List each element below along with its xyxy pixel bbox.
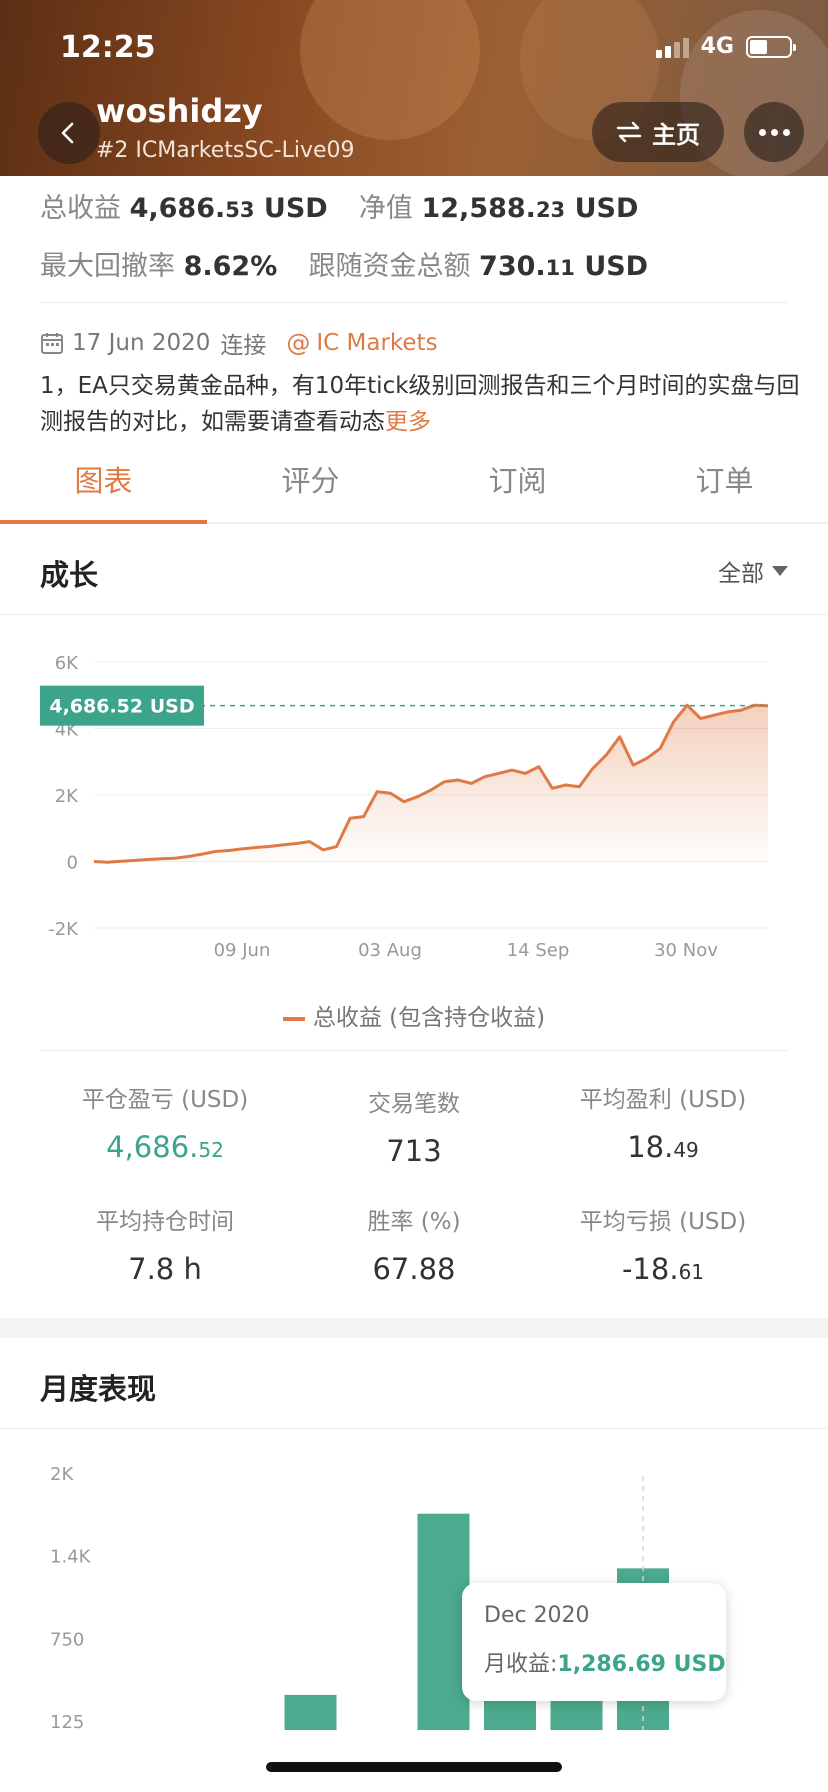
account-name: woshidzy bbox=[96, 92, 263, 130]
tab-orders[interactable]: 订单 bbox=[621, 446, 828, 522]
more-dot-icon bbox=[770, 128, 778, 136]
section-separator bbox=[0, 1318, 828, 1338]
metric-win-rate: 胜率 (%) 67.88 bbox=[289, 1202, 539, 1286]
signal-icon bbox=[655, 36, 689, 58]
tooltip-month: Dec 2020 bbox=[484, 1603, 590, 1628]
metric-label: 胜率 (%) bbox=[367, 1209, 461, 1235]
tab-bar: 图表 评分 订阅 订单 bbox=[0, 446, 828, 524]
y-tick-label: 0 bbox=[67, 853, 78, 874]
metric-label: 交易笔数 bbox=[368, 1091, 460, 1117]
summary-row-2: 最大回撤率 8.62% 跟随资金总额 730.11 USD bbox=[40, 244, 648, 283]
monthly-tooltip: Dec 2020 月收益:1,286.69 USD bbox=[462, 1583, 726, 1701]
equity-label: 净值 bbox=[358, 193, 413, 224]
metric-label: 平均亏损 (USD) bbox=[579, 1209, 747, 1235]
x-tick-label: 14 Sep bbox=[507, 940, 570, 961]
metric-avg-loss: 平均亏损 (USD) -18.61 bbox=[538, 1202, 788, 1286]
y-tick-label: 125 bbox=[50, 1712, 84, 1733]
max-drawdown-label: 最大回撤率 bbox=[40, 251, 175, 282]
home-button[interactable]: 主页 bbox=[592, 102, 724, 162]
y-tick-label: 2K bbox=[50, 1464, 74, 1485]
caret-down-icon bbox=[772, 566, 788, 576]
legend-label: 总收益 (包含持仓收益) bbox=[312, 1005, 546, 1031]
metric-label: 平均盈利 (USD) bbox=[579, 1087, 747, 1113]
header: 12:25 4G woshidzy #2 ICMarketsSC-Live09 … bbox=[0, 0, 828, 176]
header-photo-blob bbox=[300, 0, 480, 140]
divider bbox=[40, 302, 788, 303]
divider bbox=[0, 1428, 828, 1429]
tooltip-value: 1,286.69 USD bbox=[557, 1652, 726, 1677]
tab-chart[interactable]: 图表 bbox=[0, 446, 207, 524]
broker-link[interactable]: IC Markets bbox=[316, 330, 437, 356]
metric-avg-hold-time: 平均持仓时间 7.8 h bbox=[40, 1202, 290, 1286]
home-indicator bbox=[266, 1762, 562, 1772]
growth-chart: 6K4K2K0-2K09 Jun 03 Aug 14 Sep 30 Nov4,686.… bbox=[40, 653, 769, 961]
battery-icon bbox=[746, 35, 796, 58]
total-profit-value: 4,686.53 USD bbox=[129, 193, 328, 224]
legend-swatch bbox=[282, 1016, 305, 1021]
current-value-label: 4,686.52 USD bbox=[49, 696, 194, 718]
more-link[interactable]: 更多 bbox=[385, 409, 431, 435]
metric-value: 18.49 bbox=[627, 1130, 699, 1164]
metric-value: 4,686.52 bbox=[106, 1130, 224, 1164]
x-tick-label: 09 Jun bbox=[214, 940, 271, 961]
connect-date: 17 Jun 2020 bbox=[72, 330, 211, 356]
y-tick-label: 1.4K bbox=[50, 1547, 92, 1568]
x-tick-label: 03 Aug bbox=[358, 940, 422, 961]
metric-label: 平均持仓时间 bbox=[96, 1209, 234, 1235]
metric-closed-pnl: 平仓盈亏 (USD) 4,686.52 bbox=[40, 1080, 290, 1164]
divider bbox=[0, 614, 828, 615]
equity-value: 12,588.23 USD bbox=[421, 193, 639, 224]
month-bar bbox=[284, 1694, 337, 1730]
tab-subscribe[interactable]: 订阅 bbox=[414, 446, 621, 522]
divider bbox=[40, 1050, 788, 1051]
at-icon: @ bbox=[286, 329, 311, 357]
follow-funds-label: 跟随资金总额 bbox=[308, 251, 471, 282]
growth-title: 成长 bbox=[40, 558, 99, 592]
home-button-label: 主页 bbox=[652, 120, 700, 149]
tab-score[interactable]: 评分 bbox=[207, 446, 414, 522]
y-tick-label: 6K bbox=[55, 653, 79, 674]
status-time: 12:25 bbox=[60, 30, 156, 65]
y-tick-label: -2K bbox=[48, 919, 79, 940]
follow-funds-value: 730.11 USD bbox=[479, 251, 649, 282]
connect-label: 连接 bbox=[220, 333, 267, 359]
chevron-left-icon bbox=[61, 122, 74, 144]
metric-label: 平仓盈亏 (USD) bbox=[81, 1087, 249, 1113]
more-dot-icon bbox=[758, 128, 766, 136]
monthly-title: 月度表现 bbox=[40, 1372, 157, 1406]
metric-value: -18.61 bbox=[621, 1252, 705, 1286]
growth-legend: 总收益 (包含持仓收益) bbox=[0, 998, 828, 1032]
metric-value: 67.88 bbox=[372, 1252, 456, 1286]
calendar-icon bbox=[41, 333, 63, 354]
range-select[interactable]: 全部 bbox=[718, 554, 788, 588]
metric-value: 7.8 h bbox=[128, 1252, 202, 1286]
status-icons: 4G bbox=[655, 34, 796, 59]
account-server: #2 ICMarketsSC-Live09 bbox=[96, 138, 355, 163]
total-profit-label: 总收益 bbox=[40, 193, 121, 224]
metric-avg-profit: 平均盈利 (USD) 18.49 bbox=[538, 1080, 788, 1164]
range-select-label: 全部 bbox=[718, 561, 764, 587]
back-button[interactable] bbox=[38, 102, 100, 164]
network-label: 4G bbox=[700, 34, 734, 59]
metric-trade-count: 交易笔数 713 bbox=[289, 1084, 539, 1168]
y-tick-label: 2K bbox=[55, 786, 79, 807]
more-dot-icon bbox=[782, 128, 790, 136]
y-tick-label: 750 bbox=[50, 1629, 84, 1650]
swap-icon bbox=[616, 121, 642, 143]
tooltip-label: 月收益: bbox=[484, 1652, 558, 1677]
max-drawdown-value: 8.62% bbox=[183, 251, 278, 282]
more-button[interactable] bbox=[744, 102, 804, 162]
x-tick-label: 30 Nov bbox=[654, 940, 718, 961]
connection-row: 17 Jun 2020 连接 @ IC Markets bbox=[40, 326, 438, 360]
summary-row-1: 总收益 4,686.53 USD 净值 12,588.23 USD bbox=[40, 186, 638, 225]
tooltip-row: 月收益:1,286.69 USD bbox=[484, 1646, 726, 1678]
metric-value: 713 bbox=[386, 1134, 442, 1168]
strategy-description: 1，EA只交易黄金品种，有10年tick级别回测报告和三个月时间的实盘与回测报告… bbox=[40, 368, 800, 440]
